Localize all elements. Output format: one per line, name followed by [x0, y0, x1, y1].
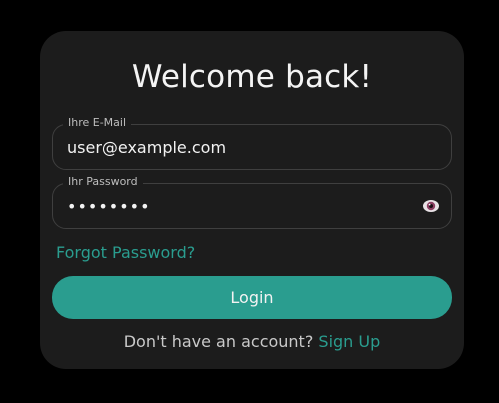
- password-input[interactable]: [67, 184, 397, 228]
- page-title: Welcome back!: [131, 59, 373, 95]
- signup-row: Don't have an account? Sign Up: [40, 331, 464, 353]
- signup-link[interactable]: Sign Up: [318, 332, 380, 351]
- login-card: Welcome back! Ihre E-Mail Ihr Password F…: [40, 31, 464, 369]
- password-field[interactable]: Ihr Password: [52, 174, 452, 229]
- signup-prompt: Don't have an account?: [123, 332, 314, 351]
- email-input[interactable]: [67, 125, 397, 169]
- email-field[interactable]: Ihre E-Mail: [52, 115, 452, 170]
- eye-icon[interactable]: [422, 198, 440, 214]
- login-button[interactable]: Login: [52, 276, 452, 319]
- forgot-password-link[interactable]: Forgot Password?: [56, 242, 195, 264]
